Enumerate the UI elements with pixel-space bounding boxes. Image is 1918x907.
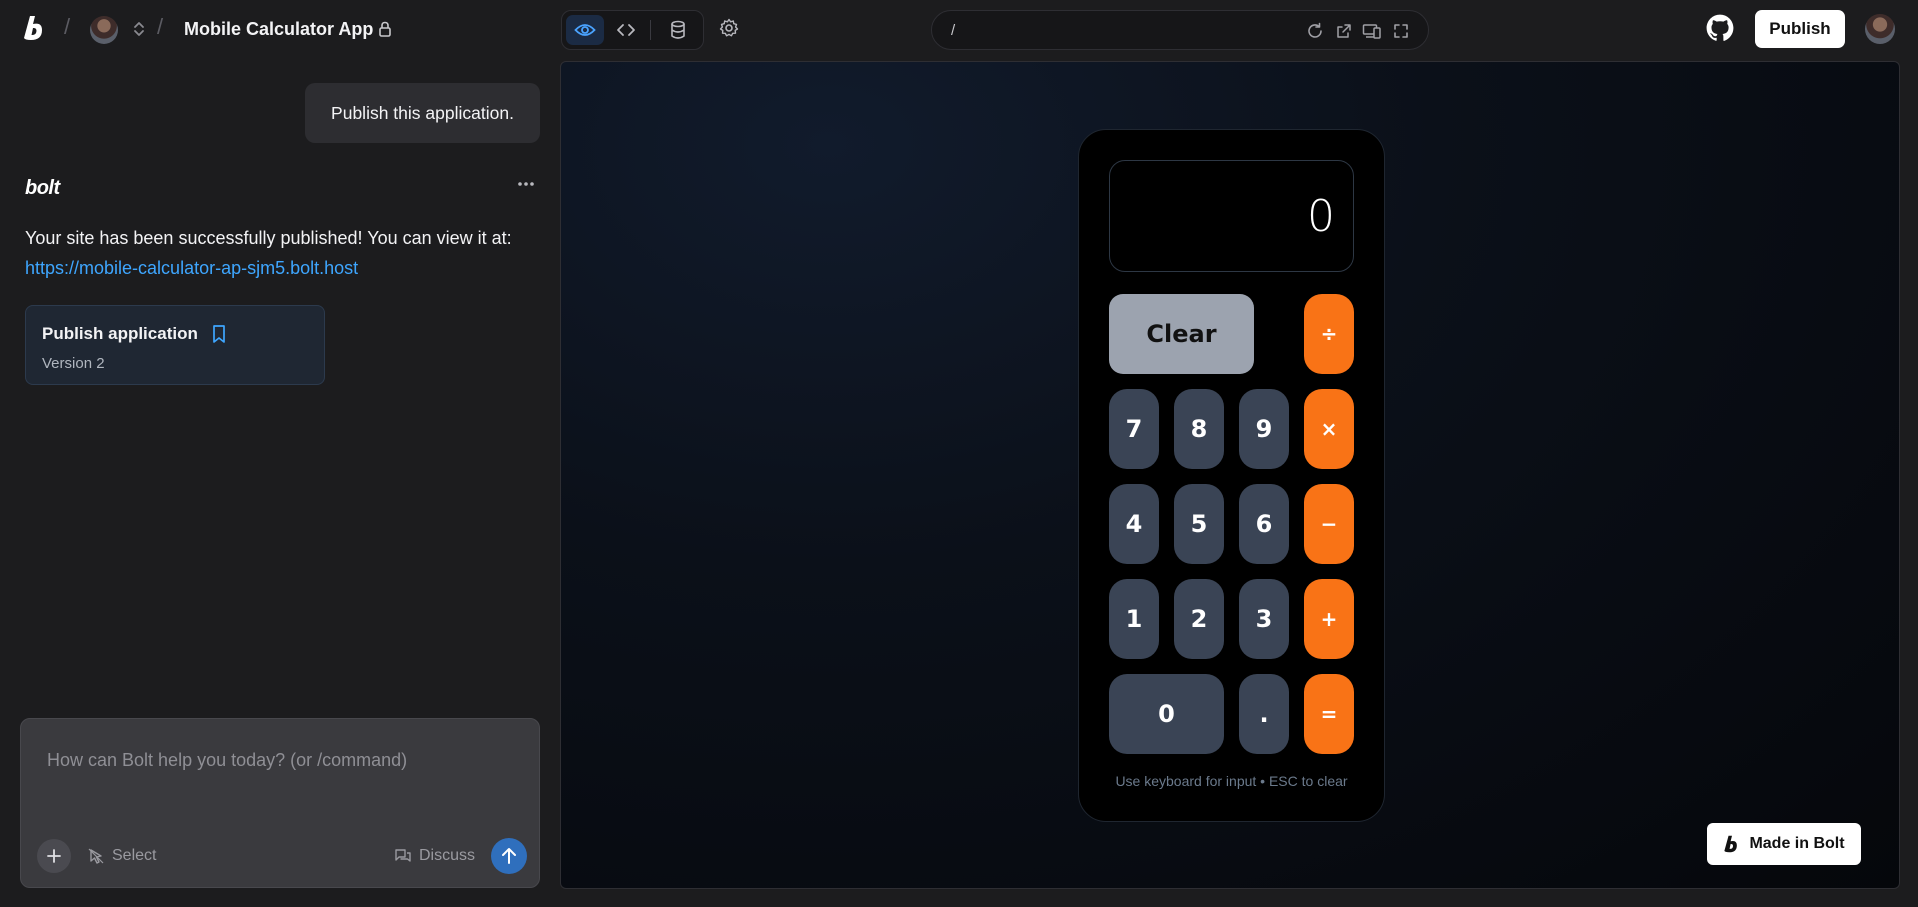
calculator: 0 Clear ÷ 7 8 9 × 4 5 6 − 1 2 3 + 0 . = … bbox=[1078, 129, 1385, 822]
open-new-tab-button[interactable] bbox=[1334, 21, 1354, 41]
chevron-updown-icon[interactable] bbox=[131, 19, 147, 39]
display-value: 0 bbox=[1307, 191, 1335, 242]
digit-1-button[interactable]: 1 bbox=[1109, 579, 1159, 659]
database-view-button[interactable] bbox=[659, 15, 697, 45]
reload-button[interactable] bbox=[1305, 21, 1325, 41]
keyboard-hint: Use keyboard for input • ESC to clear bbox=[1115, 773, 1348, 789]
version-card[interactable]: Publish application Version 2 bbox=[25, 305, 325, 385]
bolt-logo-icon bbox=[1724, 835, 1738, 853]
devices-icon bbox=[1362, 24, 1381, 39]
made-in-bolt-label: Made in Bolt bbox=[1749, 835, 1845, 852]
digit-2-button[interactable]: 2 bbox=[1174, 579, 1224, 659]
digit-8-button[interactable]: 8 bbox=[1174, 389, 1224, 469]
response-text: Your site has been successfully publishe… bbox=[25, 228, 512, 248]
discuss-label: Discuss bbox=[419, 847, 476, 864]
url-path[interactable]: / bbox=[951, 22, 955, 39]
device-preview-button[interactable] bbox=[1362, 21, 1382, 41]
chat-bubbles-icon bbox=[395, 849, 411, 862]
code-icon bbox=[617, 24, 635, 36]
digit-5-button[interactable]: 5 bbox=[1174, 484, 1224, 564]
toolbar-divider bbox=[650, 20, 651, 40]
top-bar: / / Mobile Calculator App / Publish bbox=[0, 0, 1918, 58]
select-element-button[interactable]: Select bbox=[87, 844, 156, 868]
divide-button[interactable]: ÷ bbox=[1304, 294, 1354, 374]
cursor-select-icon bbox=[88, 848, 104, 864]
bookmark-icon[interactable] bbox=[211, 324, 227, 344]
add-attachment-button[interactable] bbox=[37, 839, 71, 873]
bolt-logo-icon[interactable] bbox=[20, 13, 50, 43]
digit-4-button[interactable]: 4 bbox=[1109, 484, 1159, 564]
fullscreen-icon bbox=[1394, 24, 1408, 38]
equals-button[interactable]: = bbox=[1304, 674, 1354, 754]
app-preview: 0 Clear ÷ 7 8 9 × 4 5 6 − 1 2 3 + 0 . = … bbox=[560, 61, 1900, 889]
more-options-icon[interactable] bbox=[516, 176, 536, 192]
plus-icon bbox=[47, 849, 61, 863]
add-button[interactable]: + bbox=[1304, 579, 1354, 659]
breadcrumb-separator: / bbox=[64, 14, 71, 39]
arrow-up-icon bbox=[502, 848, 516, 864]
clear-button[interactable]: Clear bbox=[1109, 294, 1254, 374]
subtract-button[interactable]: − bbox=[1304, 484, 1354, 564]
send-button[interactable] bbox=[491, 838, 527, 874]
code-view-button[interactable] bbox=[607, 15, 645, 45]
calculator-display: 0 bbox=[1109, 160, 1354, 272]
made-in-bolt-badge[interactable]: Made in Bolt bbox=[1707, 823, 1861, 865]
chat-input[interactable] bbox=[47, 747, 517, 773]
github-icon[interactable] bbox=[1706, 14, 1734, 42]
eye-icon bbox=[574, 24, 596, 36]
publish-button[interactable]: Publish bbox=[1755, 10, 1845, 48]
digit-7-button[interactable]: 7 bbox=[1109, 389, 1159, 469]
chat-composer: Select Discuss bbox=[20, 718, 540, 888]
select-label: Select bbox=[112, 847, 157, 864]
assistant-name: bolt bbox=[25, 177, 60, 199]
external-link-icon bbox=[1337, 24, 1351, 38]
lock-icon bbox=[379, 21, 391, 37]
digit-9-button[interactable]: 9 bbox=[1239, 389, 1289, 469]
settings-button[interactable] bbox=[716, 15, 742, 41]
published-site-link[interactable]: https://mobile-calculator-ap-sjm5.bolt.h… bbox=[25, 253, 545, 283]
digit-0-button[interactable]: 0 bbox=[1109, 674, 1224, 754]
version-card-subtitle: Version 2 bbox=[42, 355, 105, 372]
assistant-response: Your site has been successfully publishe… bbox=[25, 223, 545, 283]
user-avatar[interactable] bbox=[90, 16, 118, 44]
view-toggle-group bbox=[561, 10, 704, 50]
breadcrumb-separator: / bbox=[157, 14, 164, 39]
preview-url-bar[interactable]: / bbox=[931, 10, 1429, 50]
database-icon bbox=[671, 20, 685, 39]
user-message-bubble: Publish this application. bbox=[305, 83, 540, 143]
discuss-button[interactable]: Discuss bbox=[394, 844, 475, 868]
version-card-title: Publish application bbox=[42, 324, 198, 343]
refresh-icon bbox=[1308, 22, 1322, 38]
preview-view-button[interactable] bbox=[566, 15, 604, 45]
fullscreen-button[interactable] bbox=[1391, 21, 1411, 41]
digit-6-button[interactable]: 6 bbox=[1239, 484, 1289, 564]
account-avatar[interactable] bbox=[1865, 14, 1895, 44]
multiply-button[interactable]: × bbox=[1304, 389, 1354, 469]
digit-3-button[interactable]: 3 bbox=[1239, 579, 1289, 659]
gear-icon bbox=[719, 18, 739, 37]
decimal-button[interactable]: . bbox=[1239, 674, 1289, 754]
app-window: / / Mobile Calculator App / Publish Publ… bbox=[0, 0, 1918, 907]
project-title[interactable]: Mobile Calculator App bbox=[184, 19, 373, 40]
